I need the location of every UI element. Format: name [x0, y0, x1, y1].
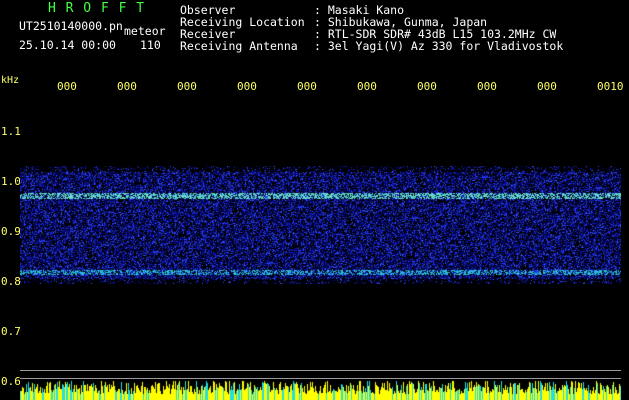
reference-line-upper	[20, 370, 621, 371]
app-title: H R O F F T	[48, 1, 146, 16]
reference-line-lower	[20, 378, 621, 379]
y-label-0-9: 0.9	[1, 225, 21, 238]
y-label-0-8: 0.8	[1, 275, 21, 288]
axis-unit: kHz	[1, 75, 20, 86]
meteor-count: 110	[140, 38, 161, 52]
baseline-signal-strip	[20, 380, 621, 400]
antenna-value: : 3el Yagi(V) Az 330 for Vladivostok	[314, 39, 564, 53]
spectrogram-noise	[20, 166, 621, 284]
type-label: meteor	[124, 24, 166, 38]
y-label-1-0: 1.0	[1, 175, 21, 188]
y-label-0-7: 0.7	[1, 325, 21, 338]
datetime: 25.10.14 00:00	[19, 38, 116, 52]
antenna-label: Receiving Antenna	[180, 39, 298, 53]
file-name: UT2510140000.pn	[19, 19, 123, 33]
y-label-0-6: 0.6	[1, 375, 21, 388]
y-label-1-1: 1.1	[1, 125, 21, 138]
